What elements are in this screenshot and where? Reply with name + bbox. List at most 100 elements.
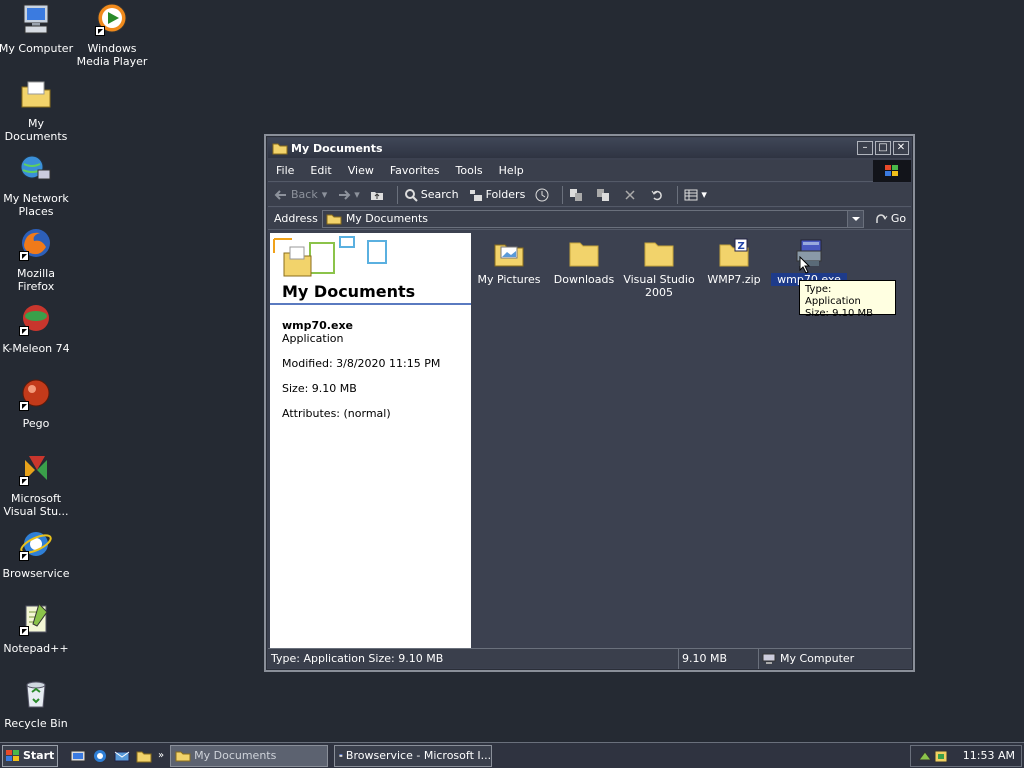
pane-title: My Documents — [282, 282, 416, 301]
system-tray: 11:53 AM — [910, 744, 1022, 767]
desktop-icon-mozilla-firefox[interactable]: Mozilla Firefox — [0, 227, 74, 293]
delete-x-icon — [623, 188, 637, 202]
selected-file-type: Application — [282, 332, 344, 345]
selected-file-size: Size: 9.10 MB — [282, 382, 357, 395]
mouse-cursor-icon — [799, 256, 811, 274]
search-button[interactable]: Search — [404, 188, 459, 202]
taskbar: Start » My Documents Browservice - Micro… — [0, 742, 1024, 768]
desktop-icon-windows-media-player[interactable]: Windows Media Player — [74, 2, 150, 68]
file-item-my-pictures[interactable]: My Pictures — [471, 237, 547, 286]
toolbar: Back ▾ ▾ Search Folders ▾ — [268, 183, 911, 207]
desktop-icon-recycle-bin[interactable]: Recycle Bin — [0, 677, 74, 730]
internet-explorer-icon — [19, 527, 53, 561]
menu-file[interactable]: File — [268, 164, 302, 177]
minimize-button[interactable]: – — [857, 141, 873, 155]
documents-folder-icon — [326, 214, 342, 225]
start-button[interactable]: Start — [2, 744, 58, 767]
go-button[interactable]: Go — [874, 212, 906, 226]
k-meleon-icon — [19, 302, 53, 336]
menu-bar: File Edit View Favorites Tools Help — [268, 159, 911, 182]
maximize-button[interactable]: □ — [875, 141, 891, 155]
folders-button[interactable]: Folders — [469, 188, 525, 202]
desktop-icon-label: Browservice — [2, 567, 70, 580]
file-tooltip: Type: Application Size: 9.10 MB — [799, 280, 896, 319]
explorer-folder-icon[interactable] — [136, 748, 152, 764]
window-title: My Documents — [291, 141, 383, 155]
back-button[interactable]: Back ▾ — [274, 188, 327, 202]
desktop-icon-my-documents[interactable]: My Documents — [0, 77, 74, 143]
title-bar[interactable]: My Documents – □ ✕ — [268, 138, 911, 158]
menu-edit[interactable]: Edit — [302, 164, 339, 177]
close-button[interactable]: ✕ — [893, 141, 909, 155]
menu-favorites[interactable]: Favorites — [382, 164, 448, 177]
desktop-icon-label: Microsoft Visual Stu... — [3, 492, 69, 518]
quick-launch-more-icon[interactable]: » — [158, 750, 164, 761]
desktop-icon-my-network-places[interactable]: My Network Places — [0, 152, 74, 218]
history-button[interactable] — [535, 188, 552, 202]
menu-view[interactable]: View — [340, 164, 382, 177]
folders-icon — [469, 188, 483, 202]
selected-file-attributes: Attributes: (normal) — [282, 407, 391, 420]
folder-icon — [272, 143, 288, 155]
selected-file-modified: Modified: 3/8/2020 11:15 PM — [282, 357, 441, 370]
address-dropdown-button[interactable] — [846, 210, 863, 227]
taskbar-item-my-documents[interactable]: My Documents — [170, 744, 329, 767]
show-desktop-icon[interactable] — [70, 748, 86, 764]
media-player-icon — [95, 2, 129, 36]
address-label: Address — [274, 212, 318, 225]
desktop-icon-label: My Network Places — [3, 192, 69, 218]
copy-to-button[interactable] — [596, 188, 613, 202]
address-bar: Address My Documents Go — [268, 208, 911, 230]
file-item-visual-studio-2005[interactable]: Visual Studio 2005 — [621, 237, 697, 299]
desktop-icon-label: Recycle Bin — [4, 717, 68, 730]
desktop-icon-label: My Documents — [4, 117, 68, 143]
menu-tools[interactable]: Tools — [448, 164, 491, 177]
documents-folder-icon — [19, 77, 53, 111]
desktop-icon-label: My Computer — [0, 42, 74, 55]
file-item-downloads[interactable]: Downloads — [546, 237, 622, 286]
desktop-icon-notepad-plus-plus[interactable]: Notepad++ — [0, 602, 74, 655]
quick-launch: » — [70, 748, 164, 764]
toolbar-separator — [396, 185, 398, 204]
clock[interactable]: 11:53 AM — [963, 749, 1015, 762]
toolbar-separator — [562, 185, 564, 204]
windows-logo-icon — [873, 159, 911, 182]
search-icon — [404, 188, 418, 202]
network-icon — [19, 152, 53, 186]
svg-text:Z: Z — [738, 241, 745, 252]
move-to-button[interactable] — [569, 188, 586, 202]
pego-icon — [19, 377, 53, 411]
desktop-icon-my-computer[interactable]: My Computer — [0, 2, 74, 55]
internet-explorer-icon[interactable] — [92, 748, 108, 764]
address-field[interactable]: My Documents — [321, 209, 864, 228]
desktop-icon-browservice[interactable]: Browservice — [0, 527, 74, 580]
toolbar-separator — [677, 185, 679, 204]
firefox-icon — [19, 227, 53, 261]
history-icon — [535, 188, 549, 202]
file-details: wmp70.exe Application Modified: 3/8/2020… — [270, 305, 471, 434]
copy-to-icon — [596, 188, 610, 202]
up-folder-icon — [370, 188, 384, 202]
desktop-icon-k-meleon[interactable]: K-Meleon 74 — [0, 302, 74, 355]
outlook-express-icon[interactable] — [114, 748, 130, 764]
undo-icon — [650, 188, 664, 202]
menu-help[interactable]: Help — [491, 164, 532, 177]
folder-icon — [568, 237, 600, 269]
file-item-wmp7-zip[interactable]: Z WMP7.zip — [696, 237, 772, 286]
tray-icons[interactable] — [917, 748, 951, 764]
desktop-icon-pego[interactable]: Pego — [0, 377, 74, 430]
up-folder-button[interactable] — [370, 188, 387, 202]
forward-button[interactable]: ▾ — [337, 188, 360, 202]
taskbar-item-browservice[interactable]: Browservice - Microsoft I... — [334, 744, 493, 767]
delete-button[interactable] — [623, 188, 640, 202]
forward-arrow-icon — [337, 188, 351, 202]
pictures-folder-icon — [493, 237, 525, 269]
notepad-plus-plus-icon — [19, 602, 53, 636]
explorer-window: My Documents – □ ✕ File Edit View Favori… — [264, 134, 915, 672]
back-arrow-icon — [274, 188, 288, 202]
undo-button[interactable] — [650, 188, 667, 202]
desktop-icon-visual-studio[interactable]: Microsoft Visual Stu... — [0, 452, 74, 518]
zip-folder-icon: Z — [718, 237, 750, 269]
views-button[interactable]: ▾ — [684, 188, 707, 202]
visual-studio-icon — [19, 452, 53, 486]
